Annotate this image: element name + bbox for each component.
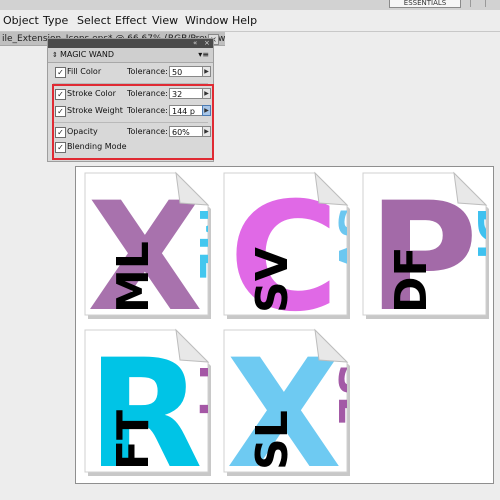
file-icon-csv: CSVSV xyxy=(223,171,350,319)
ext-letters: ML xyxy=(108,241,159,313)
page-fold xyxy=(314,328,349,363)
file-icon-rtf: RFTFT xyxy=(84,328,211,476)
ext-letters: SV xyxy=(247,247,298,313)
small-letters: SL xyxy=(328,364,379,424)
page-fold xyxy=(175,328,210,363)
file-icon-xsl: XSLSL xyxy=(223,328,379,476)
ext-letters: DF xyxy=(386,246,437,313)
file-icon-pdf: PDFDF xyxy=(362,171,500,319)
small-letters: DF xyxy=(467,207,500,274)
file-icons-artwork: XMLML CSVSV PDFDFRFTFT XSLSL xyxy=(84,171,500,476)
page-fold xyxy=(175,171,210,206)
ext-letters: SL xyxy=(247,410,298,470)
page-fold xyxy=(314,171,349,206)
page-fold xyxy=(453,171,488,206)
file-icon-xml: XMLML xyxy=(84,171,211,319)
ext-letters: FT xyxy=(108,410,159,470)
